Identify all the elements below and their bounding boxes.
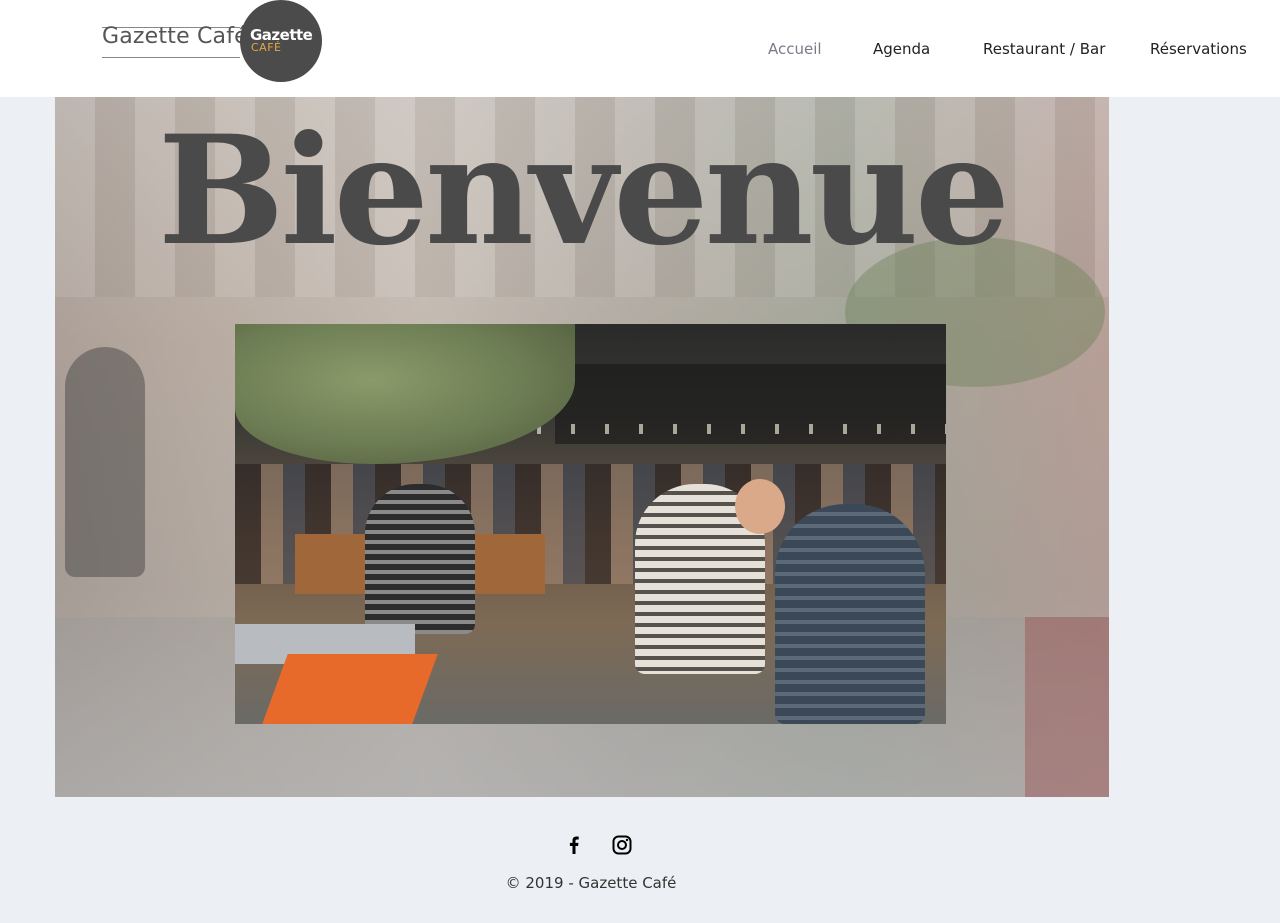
- site-header: Gazette Café Gazette CAFÉ Accueil Agenda…: [0, 0, 1280, 97]
- video-olive-tree: [235, 324, 575, 464]
- copyright-text: © 2019 - Gazette Café: [505, 874, 677, 892]
- video-seated-woman: [365, 484, 475, 634]
- instagram-icon[interactable]: [610, 833, 634, 857]
- nav-item-restaurant-bar[interactable]: Restaurant / Bar: [983, 40, 1105, 58]
- hero-title: Bienvenue: [157, 103, 1010, 279]
- video-orange-chair: [262, 654, 438, 724]
- cafe-video[interactable]: [235, 324, 946, 724]
- nav-item-accueil[interactable]: Accueil: [768, 40, 822, 58]
- hero-person: [65, 347, 145, 577]
- video-woman-right: [775, 504, 925, 724]
- nav-item-reservations[interactable]: Réservations: [1150, 40, 1247, 58]
- social-links: [0, 833, 1280, 857]
- nav-item-agenda[interactable]: Agenda: [873, 40, 930, 58]
- main-nav: Accueil Agenda Restaurant / Bar Réservat…: [0, 40, 1280, 62]
- video-man-head: [735, 479, 785, 534]
- hero-red-panel: [1025, 617, 1109, 797]
- site-footer: © 2019 - Gazette Café: [0, 797, 1280, 923]
- facebook-icon[interactable]: [562, 833, 586, 857]
